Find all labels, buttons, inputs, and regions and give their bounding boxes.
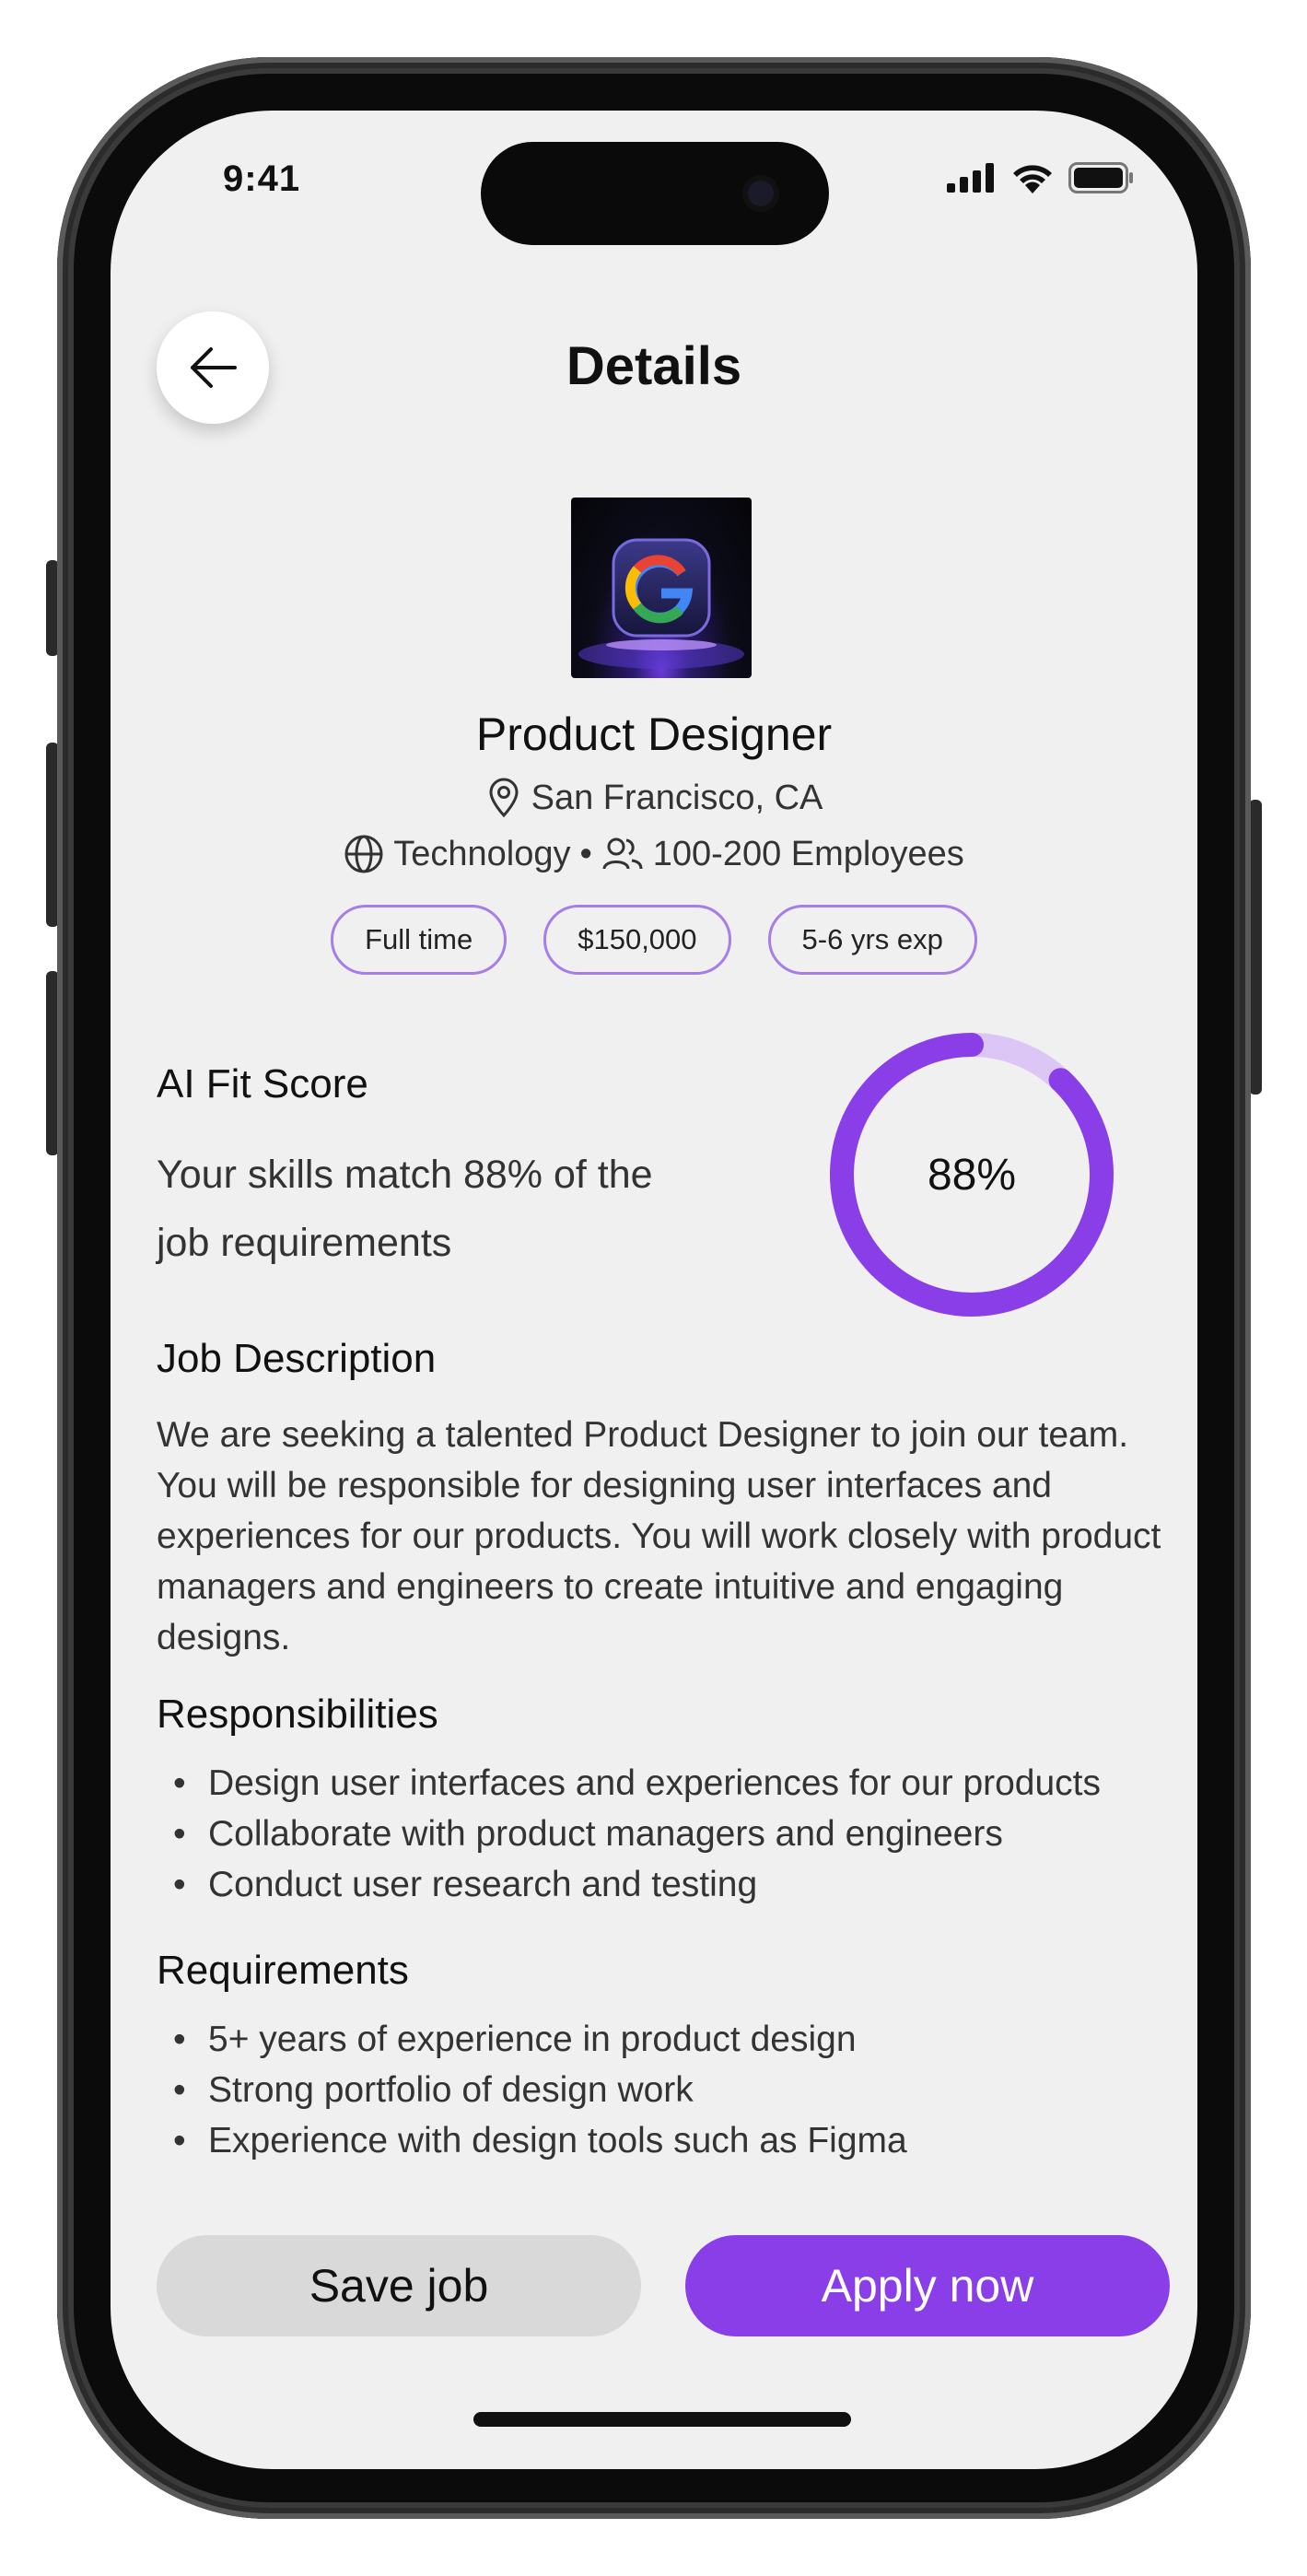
battery-icon	[1068, 162, 1133, 193]
screen: 9:41 Details Product Designer San Franci…	[111, 111, 1197, 2469]
apply-now-button[interactable]: Apply now	[685, 2235, 1170, 2336]
ai-fit-description: Your skills match 88% of the job require…	[157, 1153, 653, 1265]
requirements-list: 5+ years of experience in product design…	[157, 2014, 1170, 2166]
list-item: Strong portfolio of design work	[157, 2065, 1170, 2115]
employees-text: 100-200 Employees	[652, 834, 964, 873]
job-description-heading: Job Description	[157, 1336, 437, 1381]
status-time: 9:41	[223, 158, 301, 199]
list-item: Design user interfaces and experiences f…	[157, 1758, 1170, 1809]
list-item: Experience with design tools such as Fig…	[157, 2115, 1170, 2166]
wifi-icon	[1013, 165, 1052, 193]
location-pin-icon	[489, 778, 519, 818]
responsibilities-heading: Responsibilities	[157, 1692, 438, 1737]
google-logo-icon	[578, 538, 744, 669]
ai-fit-heading: AI Fit Score	[157, 1061, 368, 1107]
cellular-signal-icon	[947, 163, 994, 193]
status-icons	[947, 162, 1135, 193]
industry-text: Technology	[393, 834, 571, 873]
location-text: San Francisco, CA	[531, 778, 823, 817]
job-description-text: We are seeking a talented Product Design…	[157, 1415, 1161, 1657]
tag-employment-type: Full time	[331, 905, 508, 975]
save-job-button[interactable]: Save job	[157, 2235, 641, 2336]
requirements-heading: Requirements	[157, 1948, 409, 1993]
location-row: San Francisco, CA	[111, 778, 1197, 818]
dynamic-island	[481, 142, 829, 245]
list-item: Conduct user research and testing	[157, 1859, 1170, 1910]
job-title: Product Designer	[475, 708, 833, 760]
users-icon	[602, 837, 643, 870]
camera-icon	[742, 175, 779, 212]
meta-separator: •	[579, 834, 592, 873]
page-title: Details	[566, 336, 742, 396]
tag-experience: 5-6 yrs exp	[767, 905, 977, 975]
job-tags: Full time $150,000 5-6 yrs exp	[111, 905, 1197, 975]
list-item: 5+ years of experience in product design	[157, 2014, 1170, 2065]
ai-fit-score-value: 88%	[927, 1150, 1017, 1200]
company-logo	[571, 498, 752, 678]
globe-icon	[344, 835, 383, 873]
tag-salary: $150,000	[543, 905, 731, 975]
power-button	[1249, 800, 1262, 1095]
responsibilities-list: Design user interfaces and experiences f…	[157, 1758, 1170, 1910]
list-item: Collaborate with product managers and en…	[157, 1809, 1170, 1859]
company-info-row: Technology • 100-200 Employees	[111, 834, 1197, 874]
home-indicator[interactable]	[473, 2412, 851, 2427]
